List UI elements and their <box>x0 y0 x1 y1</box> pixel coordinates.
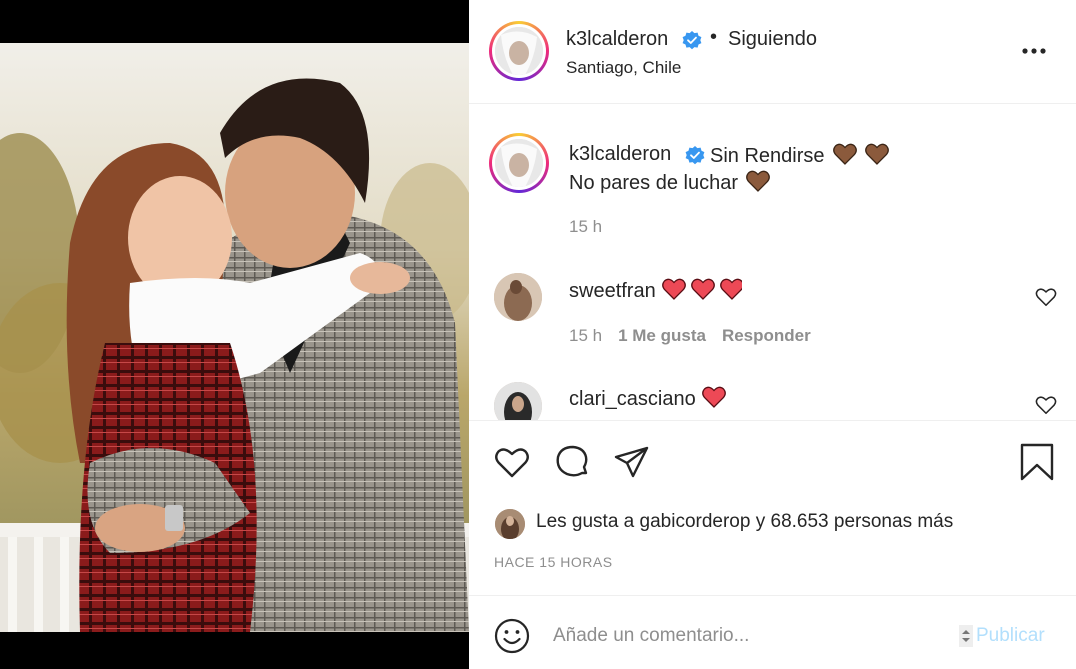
comment-avatar[interactable] <box>494 382 542 420</box>
heart-icon[interactable] <box>1035 394 1057 416</box>
comments-section[interactable]: k3lcalderon Sin Rendirse No pares de luc… <box>469 105 1076 420</box>
caption-time: 15 h <box>569 217 603 236</box>
brown-heart-icon <box>832 143 857 165</box>
separator-dot: • <box>710 26 718 48</box>
brown-heart-icon <box>864 143 889 165</box>
post-sidebar: k3lcalderon • Siguiendo Santiago, Chile <box>469 0 1076 669</box>
heart-icon[interactable] <box>493 443 531 481</box>
likes-text: Les gusta a gabicorderop y 68.653 person… <box>536 511 953 533</box>
resize-spinner-icon[interactable] <box>959 625 973 647</box>
post-media <box>0 0 469 669</box>
post-actions: Les gusta a gabicorderop y 68.653 person… <box>469 420 1076 596</box>
publish-button[interactable]: Publicar <box>976 625 1045 647</box>
emoji-icon[interactable] <box>493 617 531 655</box>
author-username[interactable]: k3lcalderon <box>566 28 668 51</box>
likes-prefix: Les gusta a <box>536 511 640 532</box>
comment-row: clari_casciano <box>569 386 726 411</box>
reply-button[interactable]: Responder <box>722 326 811 345</box>
post-photo <box>0 43 469 632</box>
more-options-icon[interactable] <box>1019 40 1049 62</box>
comment-row: sweetfran <box>569 278 742 303</box>
likes-suffix[interactable]: y 68.653 personas más <box>750 511 954 532</box>
author-avatar[interactable] <box>489 21 549 81</box>
comment-input[interactable] <box>553 621 943 651</box>
verified-badge-icon <box>682 31 702 50</box>
following-button[interactable]: Siguiendo <box>728 28 817 51</box>
share-icon[interactable] <box>613 443 651 481</box>
liker-username[interactable]: gabicorderop <box>640 511 751 532</box>
caption-line-1-text: Sin Rendirse <box>710 145 825 167</box>
add-comment-bar: Publicar <box>469 597 1076 669</box>
post-location[interactable]: Santiago, Chile <box>566 58 681 78</box>
caption-line-1: Sin Rendirse <box>710 143 889 168</box>
red-hearts-icon <box>661 278 742 300</box>
comment-username[interactable]: sweetfran <box>569 280 656 302</box>
bookmark-icon[interactable] <box>1018 443 1056 481</box>
comment-icon[interactable] <box>553 443 591 481</box>
verified-badge-icon <box>685 146 705 165</box>
comment-meta: 15 h 1 Me gusta Responder <box>569 326 827 346</box>
comment-likes[interactable]: 1 Me gusta <box>618 326 706 345</box>
caption-username[interactable]: k3lcalderon <box>569 143 671 166</box>
red-heart-icon <box>701 386 726 408</box>
post-timestamp[interactable]: HACE 15 HORAS <box>494 554 613 570</box>
caption-avatar[interactable] <box>489 133 549 193</box>
caption-line-2-text: No pares de luchar <box>569 172 738 194</box>
post-header: k3lcalderon • Siguiendo Santiago, Chile <box>469 0 1076 104</box>
caption-line-2: No pares de luchar <box>569 170 770 195</box>
comment-avatar[interactable] <box>494 273 542 321</box>
comment-time: 15 h <box>569 326 603 345</box>
brown-heart-icon <box>746 170 770 192</box>
heart-icon[interactable] <box>1035 286 1057 308</box>
comment-username[interactable]: clari_casciano <box>569 388 696 410</box>
liker-avatar[interactable] <box>495 509 525 539</box>
